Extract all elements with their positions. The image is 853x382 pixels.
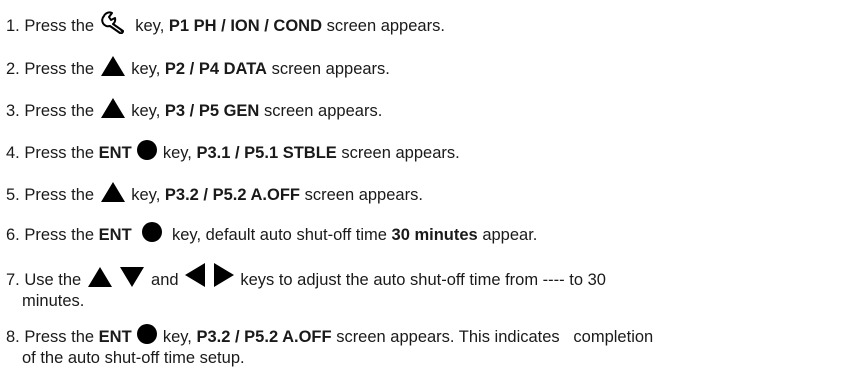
step-7: 7. Use the and keys to adjust the auto s…	[6, 262, 606, 311]
step-1: 1. Press the key, P1 PH / ION / COND scr…	[6, 10, 445, 36]
up-arrow-icon	[100, 182, 125, 202]
up-arrow-icon	[100, 98, 125, 118]
step-3: 3. Press the key, P3 / P5 GEN screen app…	[6, 97, 382, 121]
step-number: 2.	[6, 60, 20, 78]
step-number: 7.	[6, 271, 20, 289]
down-arrow-icon	[120, 267, 145, 287]
step-number: 5.	[6, 186, 20, 204]
up-arrow-icon	[100, 56, 125, 76]
step-number: 8.	[6, 328, 20, 346]
step-7-continuation: minutes.	[22, 292, 85, 310]
step-number: 3.	[6, 102, 20, 120]
step-6: 6. Press the ENT key, default auto shut-…	[6, 221, 537, 245]
wrench-icon	[100, 11, 124, 34]
filled-circle-icon	[137, 140, 158, 160]
left-arrow-icon	[185, 263, 206, 287]
step-8: 8. Press the ENT key, P3.2 / P5.2 A.OFF …	[6, 323, 653, 368]
step-8-continuation: of the auto shut-off time setup.	[22, 349, 245, 367]
step-2: 2. Press the key, P2 / P4 DATA screen ap…	[6, 55, 390, 79]
step-5: 5. Press the key, P3.2 / P5.2 A.OFF scre…	[6, 181, 423, 205]
up-arrow-icon	[87, 267, 112, 287]
step-number: 4.	[6, 144, 20, 162]
step-4: 4. Press the ENT key, P3.1 / P5.1 STBLE …	[6, 139, 460, 163]
right-arrow-icon	[213, 263, 234, 287]
filled-circle-icon	[137, 324, 158, 344]
filled-circle-icon	[141, 222, 162, 242]
step-number: 1.	[6, 17, 20, 35]
step-number: 6.	[6, 226, 20, 244]
